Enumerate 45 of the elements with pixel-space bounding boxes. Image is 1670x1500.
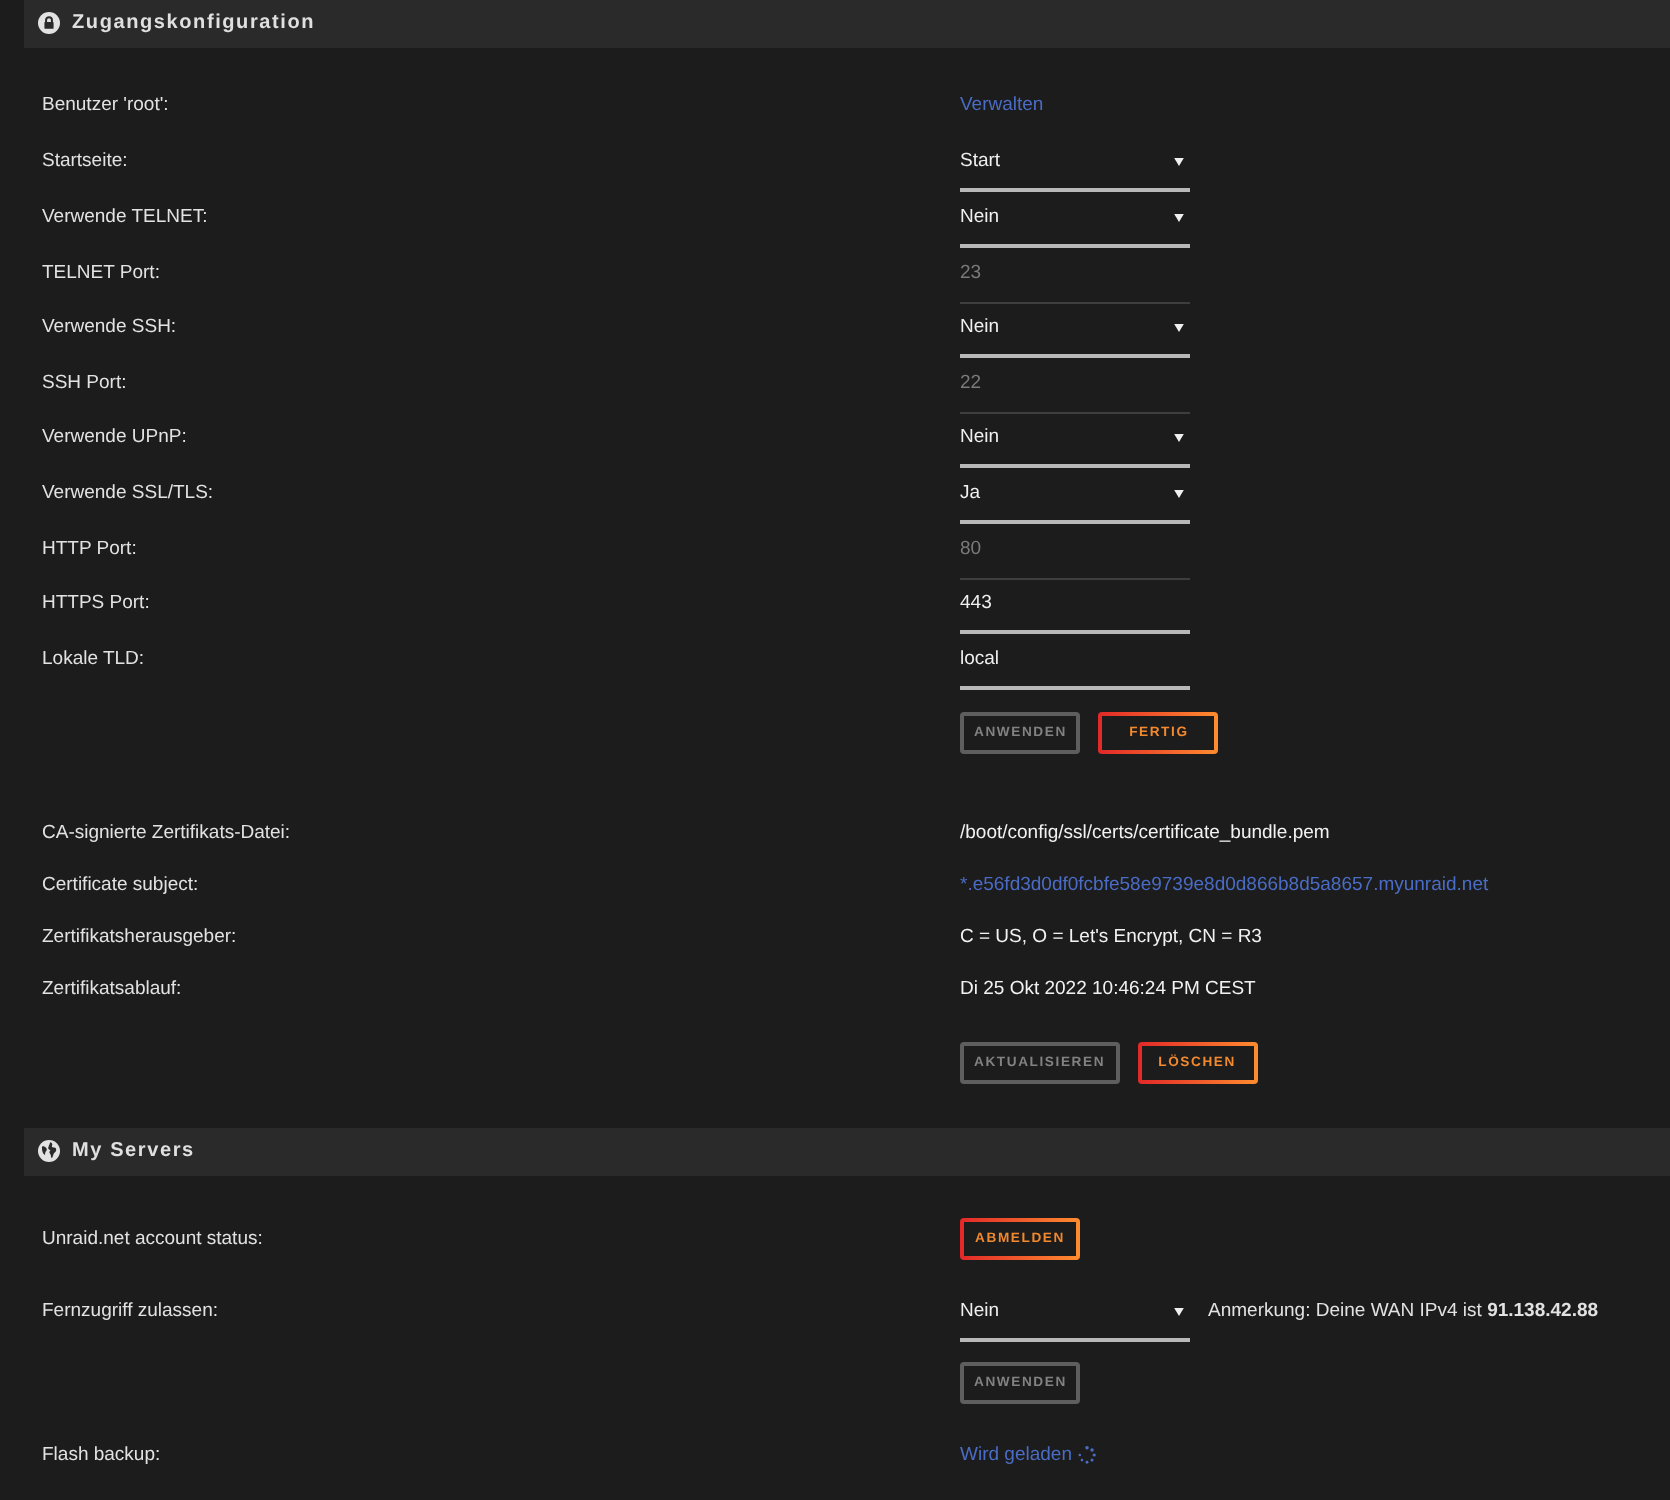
caret-icon (1174, 324, 1184, 333)
input-field: 80 (960, 537, 1190, 580)
section-title: My Servers (72, 1140, 195, 1163)
caret-icon (1174, 214, 1184, 223)
value-text: /boot/config/ssl/certs/certificate_bundle.pem (960, 822, 1330, 847)
field-label: Verwende SSH: (40, 316, 179, 341)
field-label: TELNET Port: (40, 261, 162, 286)
input-field[interactable]: local (960, 647, 1190, 690)
field-label: Verwende TELNET: (40, 206, 210, 231)
caret-icon (1174, 490, 1184, 499)
field-label: SSH Port: (40, 371, 129, 396)
field-label: Certificate subject: (40, 874, 201, 899)
field-label: Verwende SSL/TLS: (40, 482, 216, 507)
field-label: Verwende UPnP: (40, 426, 189, 451)
field-label: CA-signierte Zertifikats-Datei: (40, 822, 293, 847)
caret-icon (1174, 434, 1184, 443)
field-label: HTTPS Port: (40, 592, 152, 617)
field-label: Zertifikatsherausgeber: (40, 926, 239, 951)
field-label: Unraid.net account status: (40, 1227, 265, 1252)
dropdown[interactable]: Nein (960, 426, 1190, 469)
lock-icon (38, 12, 60, 35)
field-label: Benutzer 'root': (40, 93, 171, 118)
field-label: Lokale TLD: (40, 647, 147, 672)
field-label: HTTP Port: (40, 537, 139, 562)
dropdown[interactable]: Nein (960, 1299, 1190, 1342)
loading-text: Wird geladen (960, 1443, 1072, 1468)
input-field: 22 (960, 371, 1190, 414)
field-label: Fernzugriff zulassen: (40, 1299, 221, 1324)
note-text: Anmerkung: Deine WAN IPv4 ist 91.138.42.88 (1208, 1299, 1599, 1324)
field-label: Zertifikatsablauf: (40, 978, 184, 1003)
dropdown[interactable]: Start (960, 150, 1190, 193)
field-label: Startseite: (40, 150, 130, 175)
section-title: Zugangskonfiguration (72, 12, 316, 35)
caret-icon (1174, 1307, 1184, 1316)
input-field: 23 (960, 261, 1190, 304)
value-text: Di 25 Okt 2022 10:46:24 PM CEST (960, 978, 1256, 1003)
value-text: C = US, O = Let's Encrypt, CN = R3 (960, 926, 1262, 951)
input-field[interactable]: 443 (960, 592, 1190, 635)
globe-icon (38, 1140, 60, 1163)
spinner-icon (1077, 1446, 1096, 1465)
caret-icon (1174, 158, 1184, 167)
field-label: Flash backup: (40, 1443, 163, 1468)
dropdown[interactable]: Nein (960, 316, 1190, 359)
dropdown[interactable]: Nein (960, 206, 1190, 249)
dropdown[interactable]: Ja (960, 482, 1190, 525)
